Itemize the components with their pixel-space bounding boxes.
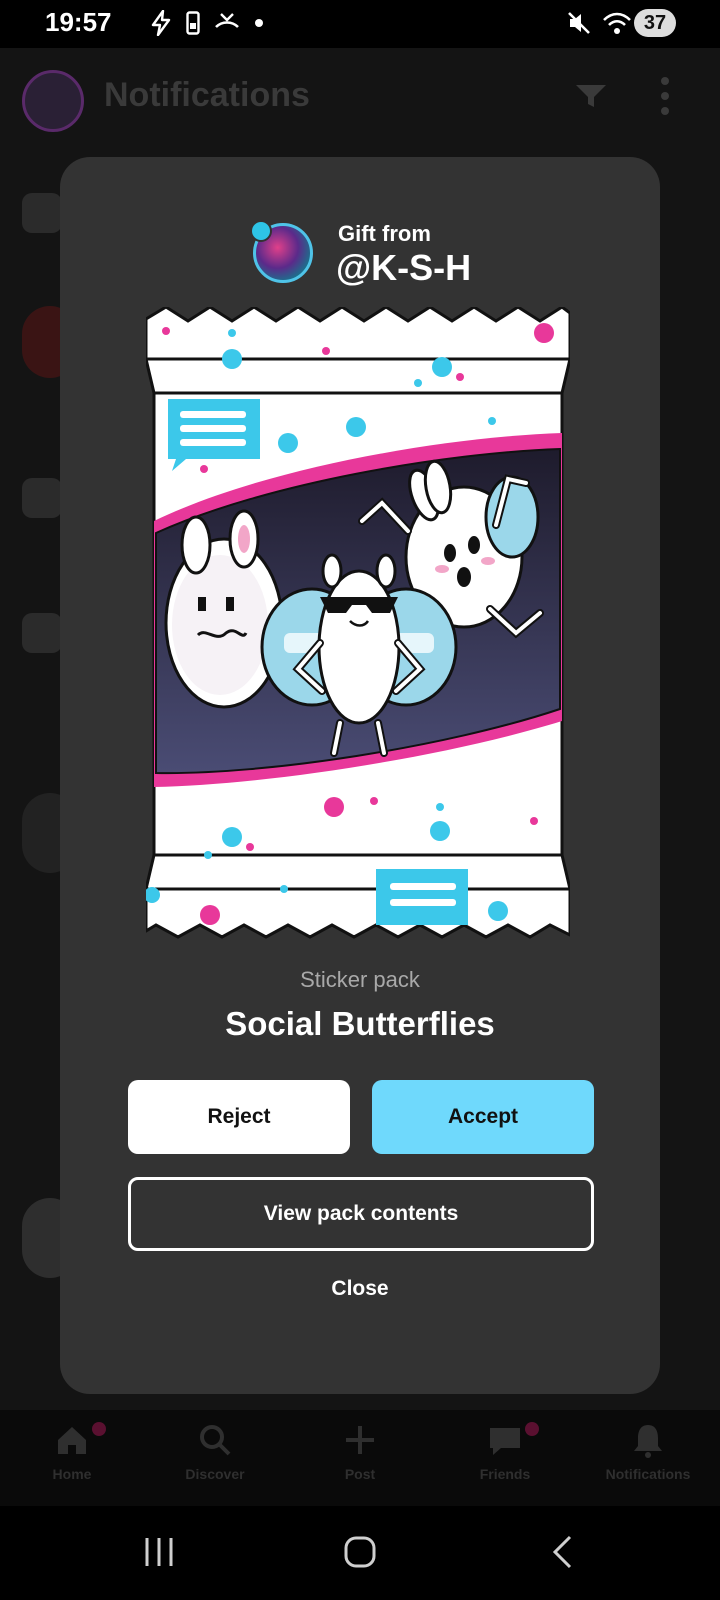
view-pack-contents-button[interactable]: View pack contents xyxy=(128,1177,594,1251)
status-bar: 19:57 37 xyxy=(0,0,720,48)
reject-button[interactable]: Reject xyxy=(128,1080,350,1154)
notification-icon xyxy=(22,613,62,653)
sender-username[interactable]: @K-S-H xyxy=(336,247,471,289)
mute-icon xyxy=(568,12,590,34)
bell-icon xyxy=(634,1425,662,1458)
page-title: Notifications xyxy=(104,76,310,114)
notification-icon xyxy=(22,193,62,233)
status-time: 19:57 xyxy=(45,7,112,37)
system-nav-bar xyxy=(0,1506,720,1600)
chat-icon xyxy=(490,1428,520,1455)
dot-icon xyxy=(255,19,263,27)
home-button-icon[interactable] xyxy=(343,1534,377,1570)
back-icon[interactable] xyxy=(550,1534,574,1570)
nav-notifications[interactable]: Notifications xyxy=(588,1420,708,1482)
nav-post[interactable]: Post xyxy=(300,1420,420,1482)
missed-call-icon xyxy=(215,13,239,28)
nav-label: Post xyxy=(344,1466,376,1482)
filter-icon[interactable] xyxy=(574,82,608,110)
nav-home[interactable]: Home xyxy=(12,1420,132,1482)
sticker-pack-image xyxy=(146,307,570,939)
sender-avatar xyxy=(250,220,313,283)
profile-avatar[interactable] xyxy=(22,70,84,132)
nav-label: Home xyxy=(52,1466,92,1482)
nav-friends[interactable]: Friends xyxy=(445,1420,565,1482)
home-icon xyxy=(58,1427,86,1454)
app-header: Notifications xyxy=(0,60,720,132)
charging-bolt-icon xyxy=(151,10,171,36)
avatar-badge xyxy=(250,220,272,242)
wifi-icon xyxy=(603,12,631,34)
nav-label: Discover xyxy=(185,1466,245,1482)
search-icon xyxy=(200,1425,231,1456)
more-options-icon[interactable] xyxy=(660,76,670,116)
pack-type-label: Sticker pack xyxy=(300,967,420,992)
gift-from-label: Gift from xyxy=(338,221,431,246)
nav-discover[interactable]: Discover xyxy=(155,1420,275,1482)
notification-dot xyxy=(525,1422,539,1436)
bottom-nav: Home Discover Post Friends Notifications xyxy=(0,1410,720,1506)
recents-icon[interactable] xyxy=(143,1534,175,1570)
nav-label: Friends xyxy=(479,1466,531,1482)
accept-button[interactable]: Accept xyxy=(372,1080,594,1154)
close-button[interactable]: Close xyxy=(260,1267,460,1311)
nav-label: Notifications xyxy=(605,1466,691,1482)
plus-icon xyxy=(346,1426,374,1454)
notification-icon xyxy=(22,478,62,518)
status-left-icons xyxy=(150,10,264,36)
notification-dot xyxy=(92,1422,106,1436)
battery-indicator: 37 xyxy=(634,9,676,37)
gift-dialog: Gift from @K-S-H Sticker pack Social But… xyxy=(60,157,660,1394)
phone-storage-icon xyxy=(186,11,200,35)
pack-name: Social Butterflies xyxy=(225,1005,495,1042)
